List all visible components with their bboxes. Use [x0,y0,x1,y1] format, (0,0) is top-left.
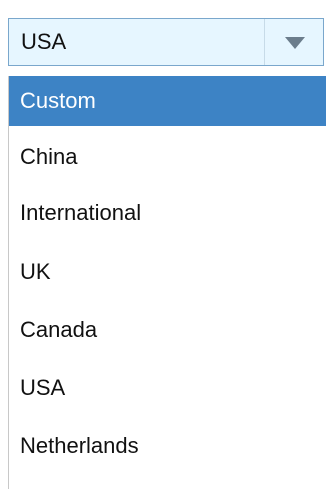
option-canada[interactable]: Canada [9,305,326,355]
chevron-down-icon[interactable] [285,37,305,49]
top-cutoff-area [0,0,326,12]
country-select[interactable]: USA [8,18,324,66]
option-international[interactable]: International [9,188,326,238]
option-custom[interactable]: Custom [9,76,326,126]
country-options-list: Custom China International UK Canada USA… [8,76,326,489]
select-divider [264,19,265,65]
country-dropdown-screenshot: USA Custom China International UK Canada… [0,0,326,489]
selected-country: USA [21,29,67,54]
option-usa[interactable]: USA [9,363,326,413]
option-china[interactable]: China [9,132,326,182]
option-netherlands[interactable]: Netherlands [9,421,326,471]
option-uk[interactable]: UK [9,247,326,297]
